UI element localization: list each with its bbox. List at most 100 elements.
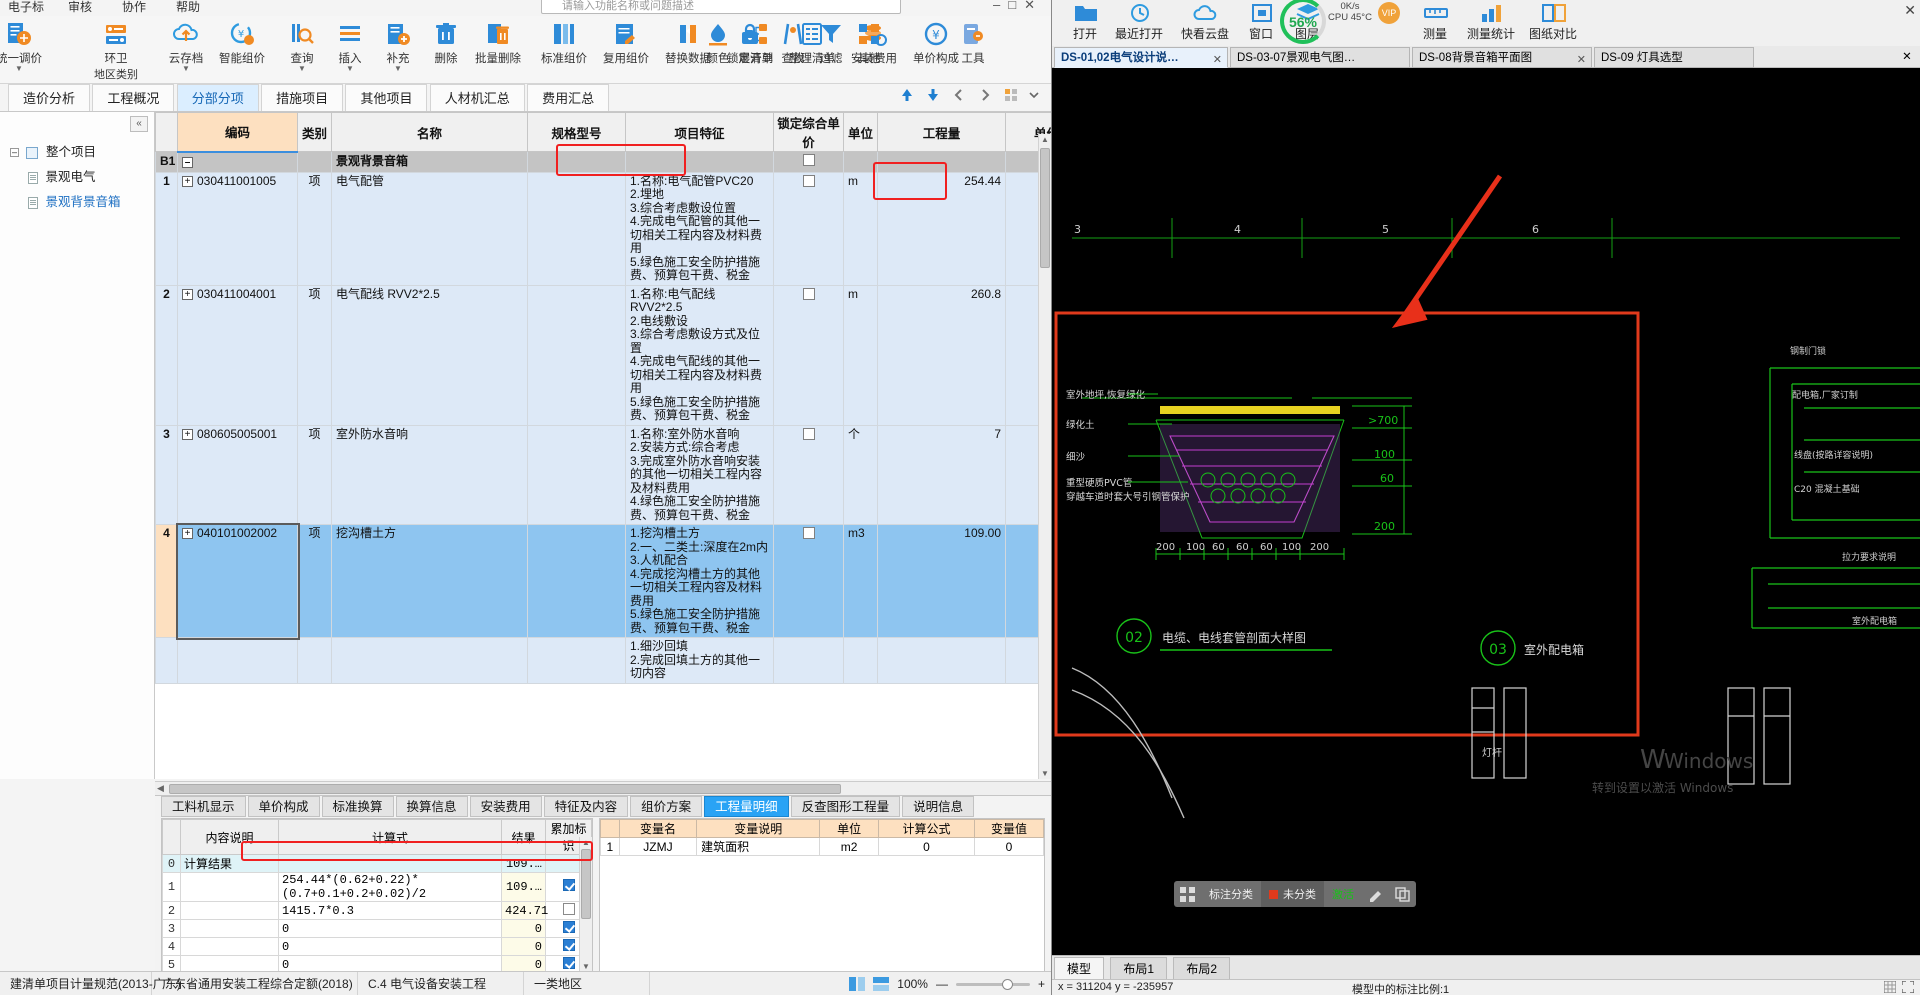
col-category[interactable]: 类别 — [297, 112, 332, 152]
detail-tab-9[interactable]: 说明信息 — [902, 796, 975, 817]
tree-node-landscape-speaker[interactable]: 景观背景音箱 — [0, 188, 154, 213]
calc-row[interactable]: 0 计算结果 109.… — [162, 854, 592, 873]
zoom-slider[interactable] — [955, 978, 1030, 990]
table-row[interactable]: 1 +030411001005 项电气配管 1.名称:电气配管PVC20 2.埋地 3.综… — [155, 171, 1051, 286]
calc-col-result[interactable]: 结果 — [501, 819, 546, 855]
expand-icon[interactable]: + — [182, 428, 193, 440]
menu-item-2[interactable]: 协作 — [122, 0, 146, 15]
cell-category[interactable] — [297, 637, 332, 684]
cell-name[interactable]: 室外防水音响 — [331, 424, 528, 525]
calc-row[interactable]: 4 00 — [162, 937, 592, 956]
cell-code[interactable]: +080605005001 — [177, 424, 298, 525]
col-unit[interactable]: 单位 — [843, 112, 878, 152]
col-quantity[interactable]: 工程量 — [877, 112, 1006, 152]
cell-spec[interactable] — [527, 284, 626, 426]
cell-category[interactable]: 项 — [297, 171, 332, 286]
detail-tab-7[interactable]: 工程量明细 — [704, 796, 789, 817]
cell-quantity[interactable] — [877, 637, 1006, 684]
detail-tab-4[interactable]: 安装费用 — [469, 796, 542, 817]
checkbox-checked-icon[interactable] — [562, 956, 575, 969]
calc-desc[interactable] — [180, 872, 279, 902]
cad-recent[interactable]: 最近打开 — [1106, 2, 1172, 42]
detail-tab-5[interactable]: 特征及内容 — [543, 796, 629, 817]
collapse-sidebar-button[interactable]: « — [130, 116, 148, 132]
collapse-icon[interactable]: – — [182, 156, 193, 168]
copy-icon[interactable] — [1389, 886, 1416, 902]
menu-item-1[interactable]: 审核 — [68, 0, 92, 15]
cad-tab-1[interactable]: DS-03-07景观电气图… — [1230, 47, 1410, 68]
chevron-down-icon[interactable]: ▼ — [0, 65, 50, 73]
cell-quantity[interactable]: 109.00 — [877, 524, 1006, 638]
tab-fee-summary[interactable]: 费用汇总 — [527, 84, 610, 111]
table-row[interactable]: 1.细沙回填 2.完成回填土方的其他一切内容 — [155, 637, 1051, 684]
uncategorized-chip[interactable]: 未分类 — [1261, 881, 1324, 907]
fullscreen-icon[interactable] — [1902, 981, 1914, 993]
chevron-down-icon[interactable] — [1029, 87, 1045, 103]
cell-spec[interactable] — [527, 637, 626, 684]
grid-icon[interactable] — [1174, 886, 1201, 902]
calc-desc[interactable]: 计算结果 — [180, 854, 279, 873]
cell-spec[interactable] — [527, 171, 626, 286]
vars-col-unit[interactable]: 单位 — [819, 819, 879, 838]
detail-tab-3[interactable]: 换算信息 — [395, 796, 468, 817]
cad-window[interactable]: 窗口 — [1238, 2, 1284, 42]
vars-value[interactable]: 0 — [974, 837, 1044, 856]
col-features[interactable]: 项目特征 — [625, 112, 774, 152]
tab-resource-summary[interactable]: 人材机汇总 — [429, 84, 525, 111]
checkbox-checked-icon[interactable] — [562, 879, 575, 891]
ribbon-standard-price[interactable]: 标准组价 — [533, 20, 595, 66]
close-icon[interactable]: ✕ — [1577, 50, 1586, 70]
tree-expander-icon[interactable]: – — [10, 148, 19, 158]
vars-unit[interactable]: m2 — [819, 837, 879, 856]
detail-tab-2[interactable]: 标准换算 — [321, 796, 394, 817]
cell-quantity[interactable]: 260.8 — [877, 284, 1006, 426]
grid-settings-icon[interactable] — [1003, 87, 1019, 103]
vars-col-value[interactable]: 变量值 — [974, 819, 1044, 838]
grid-horizontal-scrollbar[interactable]: ◀ — [155, 781, 1051, 795]
checkbox-icon[interactable] — [562, 902, 575, 915]
zoom-slider-knob[interactable] — [1001, 978, 1013, 990]
col-name[interactable]: 名称 — [331, 112, 528, 152]
cad-tab-3[interactable]: DS-09 灯具选型 — [1594, 47, 1754, 68]
calc-formula[interactable] — [278, 854, 502, 873]
ribbon-tools[interactable]: 工具 — [950, 20, 996, 66]
vars-desc[interactable]: 建筑面积 — [696, 837, 821, 856]
calc-desc[interactable] — [180, 901, 279, 920]
tab-project-overview[interactable]: 工程概况 — [92, 84, 175, 111]
cell-lock-price[interactable] — [773, 171, 844, 286]
checkbox-checked-icon[interactable] — [562, 920, 575, 933]
cell-code[interactable]: +030411001005 — [177, 171, 298, 286]
zoom-out-button[interactable]: — — [936, 972, 948, 995]
calc-row[interactable]: 2 1415.7*0.3 424.71 — [162, 901, 592, 920]
cell-spec[interactable] — [527, 424, 626, 525]
cell-name[interactable]: 挖沟槽土方 — [331, 524, 528, 638]
variables-table[interactable]: 变量名 变量说明 单位 计算公式 变量值 1 JZMJ 建筑面积 m2 0 0 — [599, 818, 1045, 973]
cell-lock-price[interactable] — [773, 637, 844, 684]
cell-unit[interactable]: m — [843, 284, 878, 426]
annotation-category-label[interactable]: 标注分类 — [1201, 886, 1261, 902]
calc-col-formula[interactable]: 计算式 — [278, 819, 502, 855]
cell-unit[interactable]: m3 — [843, 524, 878, 638]
cell-quantity[interactable]: 7 — [877, 424, 1006, 525]
expand-icon[interactable]: + — [182, 288, 193, 300]
ribbon-reuse-price[interactable]: 复用组价 — [595, 20, 657, 66]
checkbox-icon[interactable] — [802, 287, 815, 300]
ribbon-sanitation[interactable]: 环卫 地区类别 — [88, 20, 144, 82]
view-mode-icon[interactable] — [849, 977, 866, 991]
col-lock-price[interactable]: 锁定综合单价 — [773, 112, 844, 152]
cell-unit[interactable] — [843, 637, 878, 684]
checkbox-icon[interactable] — [802, 174, 815, 187]
cell-quantity[interactable]: 254.44 — [877, 171, 1006, 286]
calc-formula[interactable]: 254.44*(0.62+0.22)*(0.7+0.1+0.2+0.02)/2 — [278, 872, 502, 902]
checkbox-icon[interactable] — [802, 527, 815, 539]
vars-formula[interactable]: 0 — [877, 837, 976, 856]
bill-items-grid[interactable]: 编码 类别 名称 规格型号 项目特征 锁定综合单价 单位 工程量 单价 B1– — [155, 112, 1051, 779]
layout-tab-model[interactable]: 模型 — [1054, 957, 1105, 979]
grid-group-row[interactable]: B1– 景观背景音箱 — [155, 151, 1051, 173]
scrollbar-thumb[interactable] — [169, 784, 841, 794]
detail-tab-8[interactable]: 反查图形工程量 — [790, 796, 901, 817]
cell-features[interactable]: 1.细沙回填 2.完成回填土方的其他一切内容 — [625, 637, 774, 684]
cell-code[interactable]: +040101002002 — [175, 522, 300, 640]
nav-prev-icon[interactable] — [951, 87, 967, 103]
cell-unit[interactable]: m — [843, 171, 878, 286]
